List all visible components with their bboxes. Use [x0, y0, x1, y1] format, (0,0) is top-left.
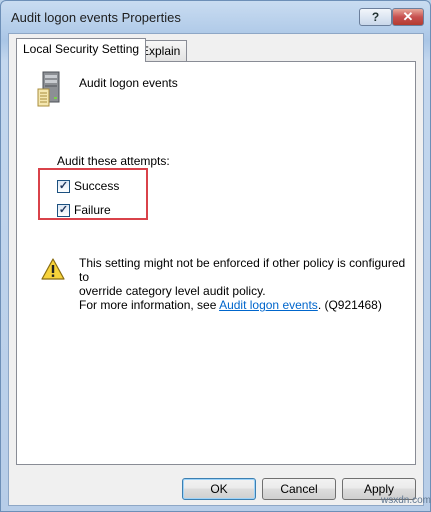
properties-dialog: Audit logon events Properties ? ✕ Explai…: [0, 0, 431, 512]
warning-icon: [41, 258, 65, 280]
audit-logon-events-link[interactable]: Audit logon events: [219, 298, 318, 312]
warning-line-3-suffix: . (Q921468): [317, 298, 382, 312]
warning-line-3-prefix: For more information, see: [79, 298, 220, 312]
warning-message: This setting might not be enforced if ot…: [79, 256, 415, 312]
failure-label: Failure: [74, 203, 111, 217]
help-button[interactable]: ?: [359, 8, 392, 26]
success-checkbox[interactable]: ✓: [57, 179, 70, 193]
watermark: wsxdn.com: [381, 495, 431, 506]
dialog-client-area: Explain Local Security Setting Audit log…: [8, 33, 424, 506]
warning-line-2: override category level audit policy.: [79, 284, 266, 298]
tab-panel: Audit logon events Audit these attempts:…: [16, 61, 416, 465]
policy-name: Audit logon events: [79, 76, 178, 90]
close-icon: ✕: [402, 9, 414, 24]
cancel-button[interactable]: Cancel: [262, 478, 336, 500]
server-icon: [37, 71, 60, 107]
ok-button[interactable]: OK: [182, 478, 256, 500]
failure-checkbox[interactable]: ✓: [57, 203, 70, 217]
help-icon: ?: [371, 10, 380, 24]
success-option[interactable]: ✓ Success: [57, 179, 119, 193]
success-label: Success: [74, 179, 120, 193]
audit-attempts-label: Audit these attempts:: [57, 154, 170, 168]
warning-line-1: This setting might not be enforced if ot…: [79, 256, 406, 284]
tab-local-security-setting[interactable]: Local Security Setting: [16, 38, 147, 62]
warning-line-3: For more information, see Audit logon ev…: [79, 298, 415, 312]
close-button[interactable]: ✕: [392, 8, 424, 26]
failure-option[interactable]: ✓ Failure: [57, 203, 111, 217]
window-title: Audit logon events Properties: [11, 10, 181, 25]
